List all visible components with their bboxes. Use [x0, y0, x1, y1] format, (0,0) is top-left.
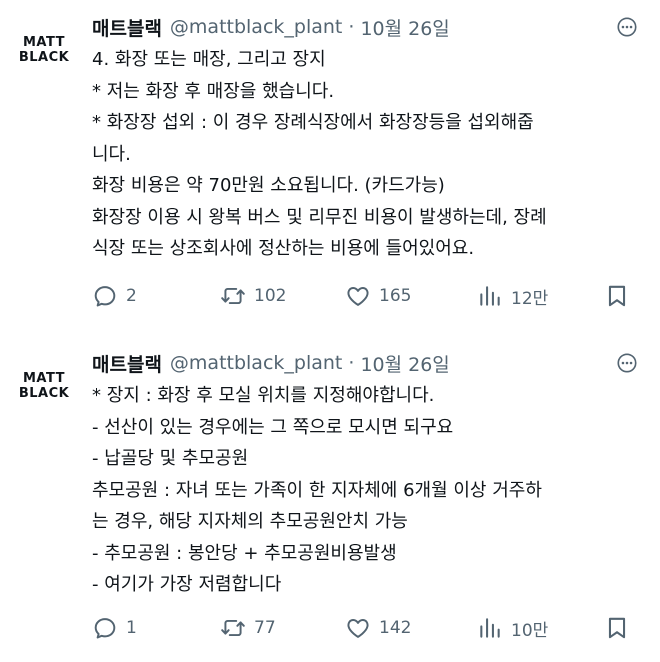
user-handle[interactable]: @mattblack_plant	[170, 16, 342, 38]
more-options-button[interactable]	[614, 350, 640, 376]
avatar-text-line2: BLACK	[18, 386, 70, 401]
more-options-icon	[617, 17, 637, 37]
bookmark-button[interactable]	[604, 281, 630, 311]
tweet-text-line: 화장장 이용 시 왕복 버스 및 리무진 비용이 발생하는데, 장례	[92, 206, 547, 228]
tweet-actions: 1 77 142 10만	[92, 613, 640, 643]
tweet-date[interactable]: 10월 26일	[360, 350, 449, 377]
retweet-icon	[221, 619, 245, 637]
retweet-icon	[221, 287, 245, 305]
more-options-button[interactable]	[614, 14, 640, 40]
views-button[interactable]: 12만	[477, 281, 548, 311]
tweet-text-line: 식장 또는 상조회사에 정산하는 비용에 들어있어요.	[92, 238, 475, 259]
separator-dot: ·	[348, 16, 355, 38]
tweet-text-line: 는 경우, 해당 지자체의 추모공원안치 가능	[92, 511, 408, 532]
tweet-text-line: * 장지 : 화장 후 모실 위치를 지정해야합니다.	[92, 385, 435, 406]
tweet-text-line: 니다.	[92, 143, 131, 165]
avatar-text-line1: MATT	[22, 371, 66, 386]
tweet-text-line: * 저는 화장 후 매장을 했습니다.	[92, 80, 335, 102]
tweet[interactable]: MATT BLACK 매트블랙 @mattblack_plant · 10월 2…	[0, 0, 660, 330]
more-options-icon	[617, 353, 637, 373]
retweet-button[interactable]: 102	[220, 281, 286, 311]
tweet-text-line: 추모공원 : 자녀 또는 가족이 한 지자체에 6개월 이상 거주하	[92, 479, 542, 501]
like-button[interactable]: 142	[345, 613, 411, 643]
bookmark-icon	[608, 285, 626, 307]
bookmark-icon	[608, 617, 626, 639]
reply-count: 2	[126, 286, 137, 306]
reply-count: 1	[126, 618, 137, 638]
heart-icon	[347, 287, 369, 306]
avatar-text-line2: BLACK	[18, 50, 70, 65]
tweet-text-line: - 선산이 있는 경우에는 그 쪽으로 모시면 되구요	[92, 416, 454, 438]
display-name[interactable]: 매트블랙	[92, 14, 162, 41]
tweet-date[interactable]: 10월 26일	[360, 14, 449, 41]
tweet-text-line: 화장 비용은 약 70만원 소요됩니다. (카드가능)	[92, 175, 445, 196]
like-count: 165	[379, 286, 412, 306]
tweet-actions: 2 102 165 12만	[92, 281, 640, 311]
retweet-count: 77	[254, 618, 276, 638]
reply-icon	[94, 618, 116, 639]
tweet-header: 매트블랙 @mattblack_plant · 10월 26일	[92, 348, 450, 378]
tweet[interactable]: MATT BLACK 매트블랙 @mattblack_plant · 10월 2…	[0, 336, 660, 662]
retweet-button[interactable]: 77	[220, 613, 276, 643]
bookmark-button[interactable]	[604, 613, 630, 643]
reply-button[interactable]: 1	[92, 613, 137, 643]
tweet-text-line: * 화장장 섭외 : 이 경우 장례식장에서 화장장등을 섭외해줍	[92, 112, 534, 133]
views-chart-icon	[480, 618, 500, 638]
separator-dot: ·	[348, 352, 355, 374]
like-button[interactable]: 165	[345, 281, 411, 311]
display-name[interactable]: 매트블랙	[92, 350, 162, 377]
heart-icon	[347, 619, 369, 638]
tweet-text-line: - 여기가 가장 저렴합니다	[92, 574, 282, 595]
avatar[interactable]: MATT BLACK	[14, 366, 74, 406]
user-handle[interactable]: @mattblack_plant	[170, 352, 342, 374]
reply-button[interactable]: 2	[92, 281, 137, 311]
retweet-count: 102	[254, 286, 287, 306]
reply-icon	[94, 286, 116, 307]
view-count: 12만	[511, 288, 549, 309]
like-count: 142	[379, 618, 412, 638]
tweet-text: 4. 화장 또는 매장, 그리고 장지 * 저는 화장 후 매장을 했습니다. …	[92, 44, 640, 265]
avatar-text-line1: MATT	[22, 35, 66, 50]
tweet-text-line: 4. 화장 또는 매장, 그리고 장지	[92, 49, 326, 70]
views-button[interactable]: 10만	[477, 613, 548, 643]
views-chart-icon	[480, 286, 500, 306]
tweet-text-line: - 추모공원 : 봉안당 + 추모공원비용발생	[92, 542, 397, 564]
tweet-header: 매트블랙 @mattblack_plant · 10월 26일	[92, 12, 450, 42]
tweet-text: * 장지 : 화장 후 모실 위치를 지정해야합니다. - 선산이 있는 경우에…	[92, 380, 640, 601]
view-count: 10만	[511, 620, 549, 641]
avatar[interactable]: MATT BLACK	[14, 30, 74, 70]
tweet-text-line: - 납골당 및 추모공원	[92, 448, 249, 469]
